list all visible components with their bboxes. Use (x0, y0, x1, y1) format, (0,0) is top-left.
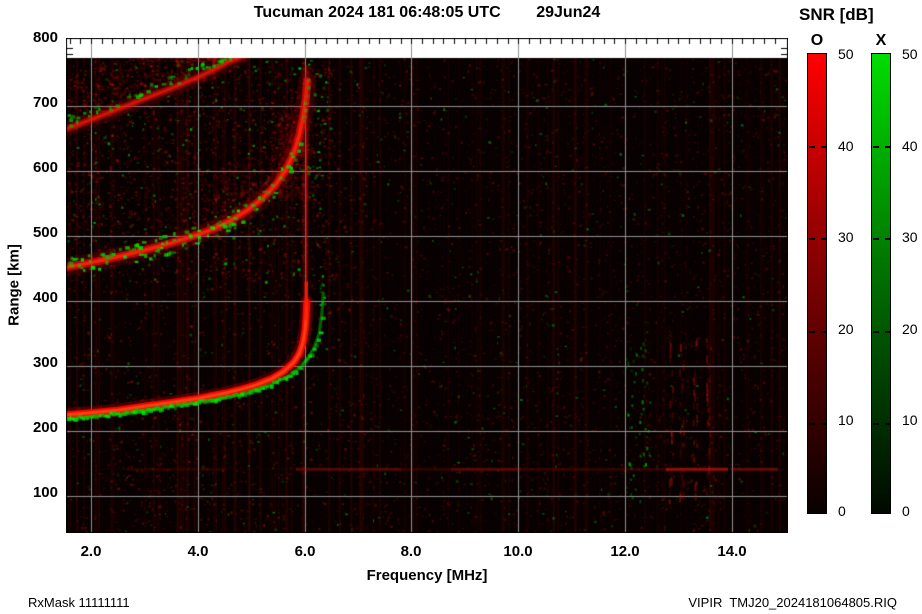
legend-title: SNR [dB] (799, 5, 874, 25)
x-tick-label: 6.0 (280, 543, 330, 560)
y-tick-label: 700 (8, 94, 58, 111)
colorbar-tick (809, 146, 827, 148)
x-tick-label: 12.0 (600, 543, 650, 560)
x-tick-label: 8.0 (386, 543, 436, 560)
filename-text: VIPIR TMJ20_2024181064805.RIQ (560, 595, 897, 610)
o-scale-label: 50 (838, 46, 868, 62)
x-scale-label: 0 (902, 503, 922, 519)
x-scale-label: 20 (902, 321, 922, 337)
x-axis-title: Frequency [MHz] (66, 567, 788, 584)
y-axis-title: Range [km] (6, 244, 23, 326)
o-scale-label: 40 (838, 138, 868, 154)
o-scale-label: 10 (838, 412, 868, 428)
o-scale-label: 30 (838, 229, 868, 245)
colorbar-tick (873, 423, 891, 425)
y-tick-label: 600 (8, 159, 58, 176)
colorbar-tick (809, 423, 827, 425)
x-tick-label: 14.0 (707, 543, 757, 560)
o-scale-label: 0 (838, 503, 868, 519)
colorbar-tick (873, 238, 891, 240)
o-scale-label: 20 (838, 321, 868, 337)
x-mode-colorbar (871, 53, 891, 514)
x-scale-label: 10 (902, 412, 922, 428)
y-tick-label: 100 (8, 484, 58, 501)
y-tick-label: 800 (8, 29, 58, 46)
colorbar-tick (809, 238, 827, 240)
x-scale-label: 30 (902, 229, 922, 245)
rxmask-text: RxMask 11111111 (28, 595, 130, 610)
ionogram-page: { "title": "Tucuman 2024 181 06:48:05 UT… (0, 0, 922, 614)
x-tick-label: 10.0 (493, 543, 543, 560)
x-tick-label: 2.0 (66, 543, 116, 560)
x-tick-label: 4.0 (173, 543, 223, 560)
colorbar-tick (873, 146, 891, 148)
x-mode-label: X (871, 32, 891, 50)
y-tick-label: 300 (8, 354, 58, 371)
colorbar-tick (809, 331, 827, 333)
colorbar-tick (873, 331, 891, 333)
y-tick-label: 500 (8, 224, 58, 241)
x-scale-label: 50 (902, 46, 922, 62)
ionogram-heatmap (66, 38, 788, 533)
y-tick-label: 200 (8, 419, 58, 436)
o-mode-label: O (807, 32, 827, 50)
chart-title: Tucuman 2024 181 06:48:05 UTC 29Jun24 (0, 4, 854, 22)
x-scale-label: 40 (902, 138, 922, 154)
o-mode-colorbar (807, 53, 827, 514)
